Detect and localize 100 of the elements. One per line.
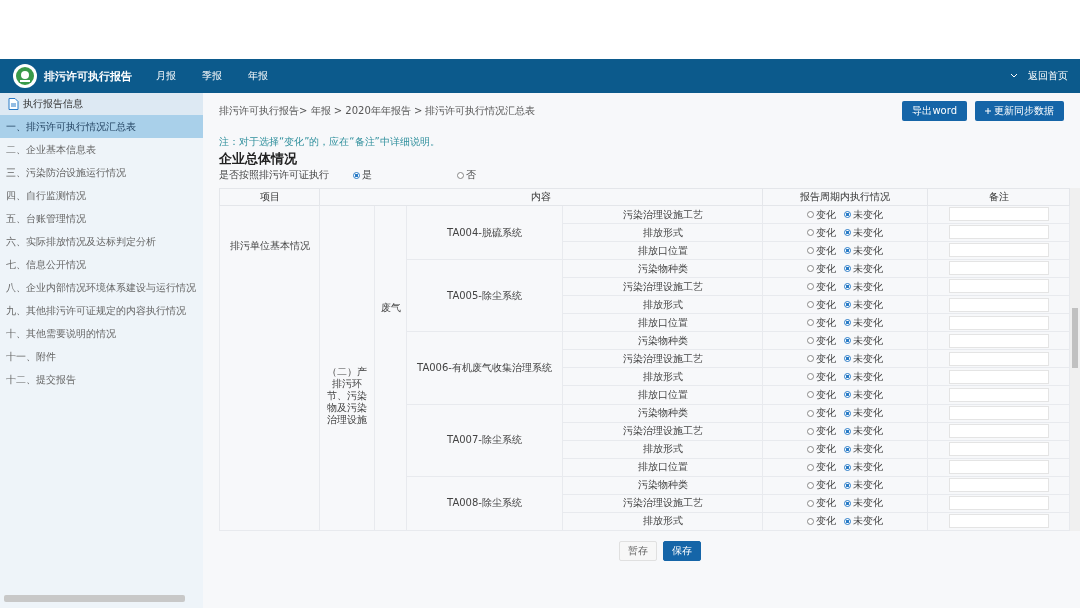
breadcrumb: 排污许可执行报告> 年报 > 2020年年报告 > 排污许可执行情况汇总表 (219, 104, 537, 118)
remark-field[interactable] (948, 315, 1049, 330)
radio-option[interactable]: 变化 (807, 389, 836, 401)
remark-field[interactable] (948, 514, 1049, 529)
radio-option[interactable]: 未变化 (844, 226, 883, 239)
table-cell: 污染物种类 (637, 334, 688, 346)
sidebar-item[interactable]: 十二、提交报告 (0, 368, 203, 391)
radio-option[interactable]: 变化 (807, 208, 836, 221)
table-cell: 排污单位基本情况 (229, 240, 310, 251)
radio-option[interactable]: 否 (457, 168, 476, 182)
scrollbar[interactable] (1070, 188, 1080, 531)
table-cell: 排放口位置 (637, 316, 688, 328)
table-cell: 污染治理设施工艺 (622, 352, 703, 364)
home-link[interactable]: 返回首页 (1028, 69, 1068, 83)
radio-option[interactable]: 未变化 (844, 298, 883, 311)
sidebar-item[interactable]: 三、污染防治设施运行情况 (0, 161, 203, 184)
remark-field[interactable] (948, 261, 1049, 276)
chevron-down-icon[interactable] (1010, 73, 1018, 79)
nav-tab[interactable]: 季报 (202, 69, 222, 83)
column-header: 项目 (219, 188, 320, 206)
radio-option[interactable]: 未变化 (844, 280, 883, 293)
radio-option[interactable]: 未变化 (844, 407, 883, 420)
radio-option[interactable]: 未变化 (844, 497, 883, 510)
column-header: 内容 (319, 188, 763, 206)
sidebar-item[interactable]: 十、其他需要说明的情况 (0, 322, 203, 345)
radio-option[interactable]: 未变化 (844, 370, 883, 383)
radio-option[interactable]: 变化 (807, 407, 836, 420)
radio-option[interactable]: 未变化 (844, 262, 883, 275)
sidebar-item[interactable]: 一、排污许可执行情况汇总表 (0, 115, 203, 138)
radio-option[interactable]: 变化 (807, 497, 836, 510)
table-cell: 污染物种类 (637, 407, 688, 419)
nav-tab[interactable]: 月报 (156, 69, 176, 83)
remark-field[interactable] (948, 423, 1049, 438)
radio-option[interactable]: 变化 (807, 316, 836, 329)
radio-option[interactable]: 未变化 (844, 515, 883, 528)
radio-option[interactable]: 未变化 (844, 443, 883, 456)
remark-field[interactable] (948, 207, 1049, 222)
sidebar-item[interactable]: 七、信息公开情况 (0, 253, 203, 276)
radio-option[interactable]: 变化 (807, 352, 836, 365)
column-header: 报告周期内执行情况 (762, 188, 928, 206)
remark-field[interactable] (948, 477, 1049, 492)
radio-option[interactable]: 未变化 (844, 334, 883, 347)
remark-field[interactable] (948, 243, 1049, 258)
table-cell: 排放口位置 (637, 461, 688, 473)
remark-field[interactable] (948, 459, 1049, 474)
remark-field[interactable] (948, 333, 1049, 348)
sidebar-item[interactable]: 六、实际排放情况及达标判定分析 (0, 230, 203, 253)
radio-option[interactable]: 变化 (807, 370, 836, 383)
radio-option[interactable]: 变化 (807, 226, 836, 239)
table-cell: 污染治理设施工艺 (622, 280, 703, 292)
sidebar-item[interactable]: 二、企业基本信息表 (0, 138, 203, 161)
sidebar-item[interactable]: 四、自行监测情况 (0, 184, 203, 207)
remark-field[interactable] (948, 351, 1049, 366)
draft-button[interactable]: 暂存 (619, 541, 657, 561)
document-icon (8, 98, 19, 110)
table-cell: TA005-除尘系统 (447, 289, 522, 301)
table-cell: 排放形式 (642, 515, 683, 527)
remark-field[interactable] (948, 279, 1049, 294)
save-button[interactable]: 保存 (663, 541, 701, 561)
radio-option[interactable]: 未变化 (844, 461, 883, 474)
radio-option[interactable]: 是 (353, 168, 372, 182)
radio-option[interactable]: 变化 (807, 443, 836, 456)
remark-field[interactable] (948, 405, 1049, 420)
table-cell: 排放形式 (642, 370, 683, 382)
radio-option[interactable]: 变化 (807, 280, 836, 293)
remark-field[interactable] (948, 297, 1049, 312)
scrollbar[interactable] (4, 595, 185, 602)
radio-option[interactable]: 变化 (807, 425, 836, 438)
radio-option[interactable]: 未变化 (844, 316, 883, 329)
radio-option[interactable]: 未变化 (844, 208, 883, 221)
remark-field[interactable] (948, 441, 1049, 456)
sync-button[interactable]: 更新同步数据 (975, 101, 1064, 121)
sidebar-item[interactable]: 十一、附件 (0, 345, 203, 368)
remark-field[interactable] (948, 225, 1049, 240)
radio-option[interactable]: 变化 (807, 244, 836, 257)
sidebar-item[interactable]: 九、其他排污许可证规定的内容执行情况 (0, 299, 203, 322)
radio-option[interactable]: 未变化 (844, 244, 883, 257)
radio-option[interactable]: 变化 (807, 298, 836, 311)
radio-option[interactable]: 变化 (807, 461, 836, 474)
export-button[interactable]: 导出word (902, 101, 967, 121)
radio-option[interactable]: 未变化 (844, 425, 883, 438)
table-cell: 排放口位置 (637, 389, 688, 400)
table-cell: （二）产排污环节、污染物及污染治理设施 (327, 366, 367, 425)
remark-field[interactable] (948, 369, 1049, 384)
plus-icon (985, 108, 991, 114)
table-cell: TA007-除尘系统 (447, 434, 522, 446)
radio-option[interactable]: 未变化 (844, 479, 883, 492)
nav-tab[interactable]: 年报 (248, 69, 268, 83)
emblem-icon (12, 63, 38, 89)
table-cell: 排放形式 (642, 226, 683, 238)
radio-option[interactable]: 未变化 (844, 352, 883, 365)
remark-field[interactable] (948, 496, 1049, 510)
remark-field[interactable] (948, 387, 1049, 402)
radio-option[interactable]: 变化 (807, 515, 836, 528)
sidebar-item[interactable]: 五、台账管理情况 (0, 207, 203, 230)
radio-option[interactable]: 未变化 (844, 389, 883, 401)
radio-option[interactable]: 变化 (807, 334, 836, 347)
radio-option[interactable]: 变化 (807, 479, 836, 492)
radio-option[interactable]: 变化 (807, 262, 836, 275)
sidebar-item[interactable]: 八、企业内部情况环境体系建设与运行情况 (0, 276, 203, 299)
